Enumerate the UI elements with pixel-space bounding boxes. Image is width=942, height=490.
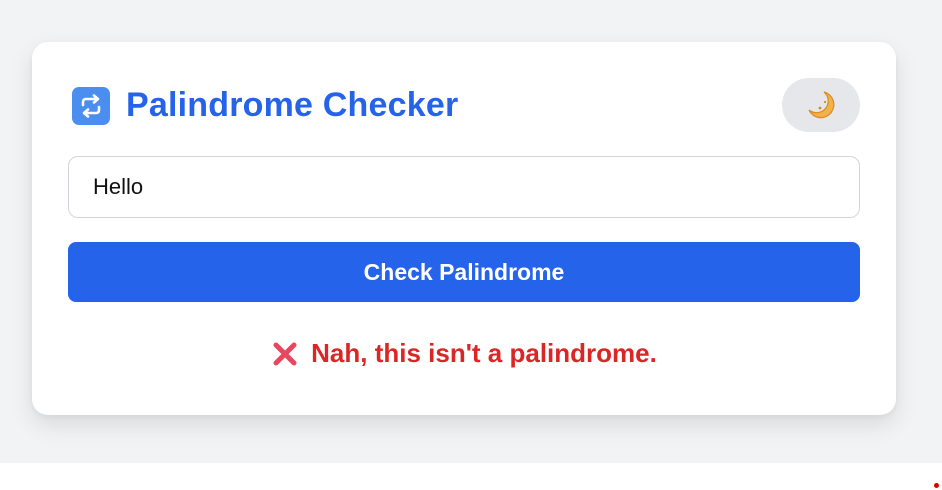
crescent-moon-icon <box>805 89 837 121</box>
cross-mark-icon <box>271 340 299 368</box>
result-message: Nah, this isn't a palindrome. <box>32 338 896 369</box>
indicator-dot <box>934 483 939 488</box>
result-text: Nah, this isn't a palindrome. <box>311 338 657 368</box>
page-title: Palindrome Checker <box>126 86 459 124</box>
header: Palindrome Checker <box>72 86 458 125</box>
repeat-arrows-icon <box>72 86 110 125</box>
check-palindrome-button[interactable]: Check Palindrome <box>68 242 860 302</box>
theme-toggle-button[interactable] <box>782 78 860 132</box>
palindrome-card: Palindrome Checker Check Palindrome Nah,… <box>32 42 896 415</box>
text-input[interactable] <box>68 156 860 218</box>
